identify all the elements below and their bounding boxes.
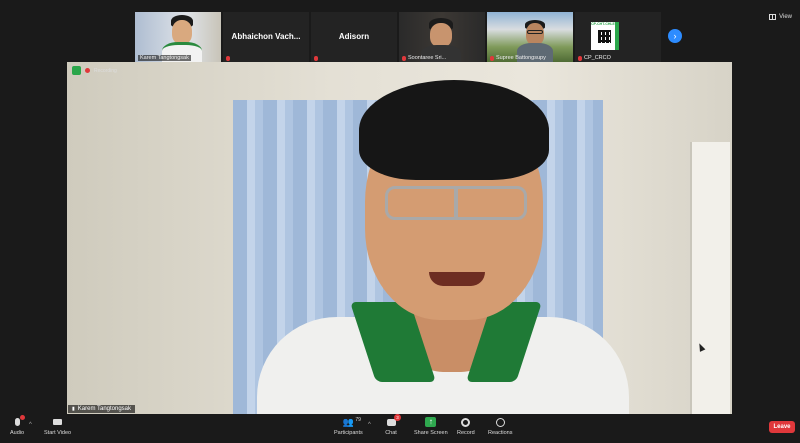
participant-tile[interactable]: Karem Tangtongsak [135, 12, 221, 62]
reactions-button[interactable]: Reactions [488, 416, 512, 436]
qr-code-icon [598, 30, 611, 43]
participants-label: Participants [334, 430, 363, 436]
recording-label: Recording [94, 67, 117, 74]
mic-muted-icon [490, 55, 494, 61]
chat-label: Chat [385, 430, 397, 436]
chat-badge: 3 [394, 414, 401, 421]
people-icon: 👥 79 [342, 416, 361, 427]
glasses-icon [527, 30, 543, 34]
participants-button[interactable]: 👥 79 Participants [334, 416, 363, 437]
chat-button[interactable]: 3 Chat [385, 414, 401, 436]
record-label: Record [457, 430, 475, 436]
chevron-right-icon: › [673, 31, 677, 41]
speaker-name-tag: ▮ Karem Tangtongsak [68, 405, 136, 413]
start-video-button[interactable]: Start Video [44, 416, 71, 436]
participant-display-name: Abhaichon Vach... [231, 32, 301, 41]
microphone-muted-icon [11, 415, 26, 428]
recording-dot-icon [85, 68, 90, 73]
participant-name-tag: Soontaree Sri... [402, 55, 446, 61]
participant-name-tag: CP_CRCO [578, 55, 611, 61]
logo-text: CP-CHT-CHLE [591, 22, 615, 26]
company-logo: CP-CHT-CHLE [591, 22, 619, 50]
share-label: Share Screen [414, 430, 448, 436]
mic-muted-icon [402, 55, 406, 61]
active-speaker-video: Recording ▮ Karem Tangtongsak [67, 62, 732, 414]
participant-name: Soontaree Sri... [408, 55, 447, 61]
chat-bubble-icon: 3 [385, 414, 401, 428]
background-door [690, 142, 730, 414]
recording-indicator: Recording [72, 66, 117, 75]
participant-strip: View Karem Tangtongsak Abhaichon Vach...… [0, 0, 800, 66]
leave-button[interactable]: Leave [769, 421, 795, 433]
meeting-toolbar: Audio ^ Start Video 👥 79 Participants ^ … [0, 414, 800, 443]
mic-muted-icon [578, 55, 582, 61]
participant-name-tag: Supree Battongsupy [490, 55, 546, 61]
participant-name: Karem Tangtongsak [140, 55, 189, 61]
participant-name-tag [314, 56, 318, 61]
participant-tile[interactable]: Soontaree Sri... [399, 12, 485, 62]
share-screen-button[interactable]: ↑ Share Screen [414, 416, 448, 436]
participant-tile[interactable]: Abhaichon Vach... [223, 12, 309, 62]
view-label: View [779, 14, 792, 20]
avatar-face [430, 23, 452, 47]
mic-muted-icon [314, 56, 318, 61]
grid-view-icon [769, 14, 777, 20]
participant-name-tag [226, 56, 230, 61]
avatar-face [526, 23, 544, 45]
security-shield-icon[interactable] [72, 66, 81, 75]
share-screen-icon: ↑ [425, 416, 437, 428]
record-button[interactable]: Record [457, 416, 475, 436]
speaker-mouth [429, 272, 485, 286]
audio-button[interactable]: Audio [10, 415, 26, 436]
avatar-face [172, 20, 192, 44]
participant-name: CP_CRCO [584, 55, 611, 61]
participants-count: 79 [355, 417, 361, 423]
participants-options-caret-icon[interactable]: ^ [368, 422, 371, 428]
signal-icon: ▮ [72, 406, 75, 412]
next-page-button[interactable]: › [668, 29, 682, 43]
video-camera-off-icon [52, 416, 64, 428]
audio-options-caret-icon[interactable]: ^ [29, 422, 32, 428]
smiley-icon [494, 416, 506, 428]
record-icon [460, 416, 472, 428]
audio-label: Audio [10, 430, 25, 436]
reactions-label: Reactions [488, 430, 513, 436]
participant-display-name: Adisorn [338, 32, 370, 41]
view-button[interactable]: View [769, 14, 792, 20]
participant-name-tag: Karem Tangtongsak [138, 55, 191, 61]
participant-name: Supree Battongsupy [496, 55, 546, 61]
video-label: Start Video [44, 430, 72, 436]
speaker-glasses [385, 186, 527, 220]
mic-muted-icon [226, 56, 230, 61]
participant-tile[interactable]: Supree Battongsupy [487, 12, 573, 62]
participant-tile[interactable]: CP-CHT-CHLE CP_CRCO [575, 12, 661, 62]
speaker-hair [359, 80, 549, 180]
participant-tile[interactable]: Adisorn [311, 12, 397, 62]
speaker-name: Karem Tangtongsak [77, 406, 132, 412]
